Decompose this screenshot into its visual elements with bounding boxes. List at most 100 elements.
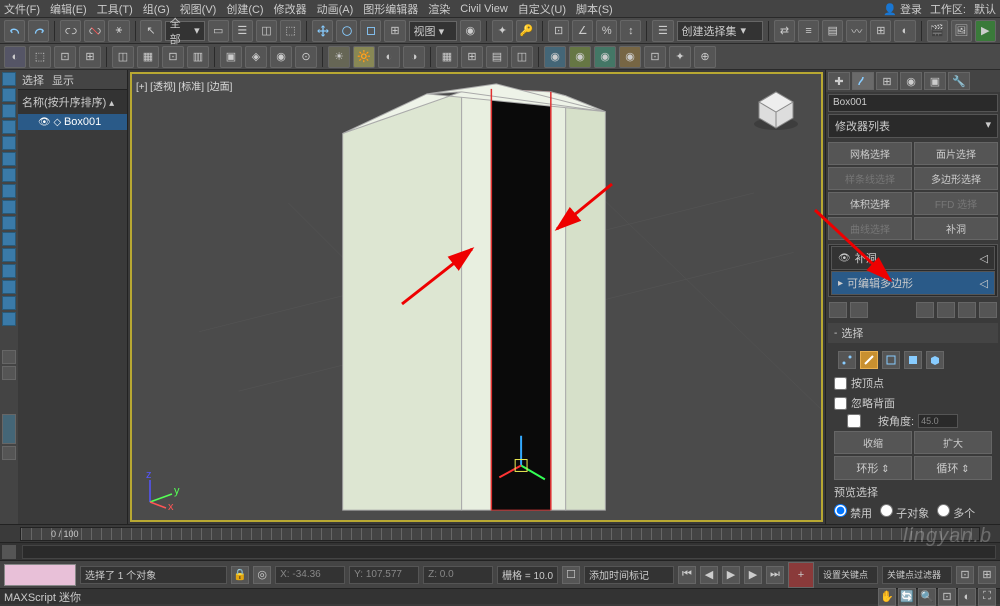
vp-nav-1[interactable]: ⊡ <box>956 566 974 584</box>
btn-poly-select[interactable]: 多边形选择 <box>914 167 998 190</box>
tb2-9[interactable]: ▣ <box>220 46 242 68</box>
panel-tab-utilities[interactable]: 🔧 <box>948 72 970 90</box>
tb2-1[interactable]: ◐ <box>4 46 26 68</box>
lr-b1[interactable] <box>2 414 16 444</box>
tb2-27[interactable]: ⊕ <box>694 46 716 68</box>
lr-13[interactable] <box>2 264 16 278</box>
stack-sets-icon[interactable] <box>979 302 997 318</box>
stack-config-icon[interactable] <box>916 302 934 318</box>
subobj-vertex-icon[interactable] <box>838 351 856 369</box>
lr-4[interactable] <box>2 120 16 134</box>
selection-filter[interactable]: 全部 ▾ <box>165 21 205 41</box>
light-icon[interactable]: ☀ <box>328 46 350 68</box>
viewport-perspective[interactable]: [+] [透视] [标准] [边面] <box>130 72 823 522</box>
shrink-button[interactable]: 收缩 <box>834 431 912 454</box>
play-last-icon[interactable]: ⏭ <box>766 566 784 584</box>
tb2-18[interactable]: ⊞ <box>461 46 483 68</box>
preview-subobj-radio[interactable] <box>880 504 893 517</box>
btn-vol-select[interactable]: 体积选择 <box>828 192 912 215</box>
lr-8[interactable] <box>2 184 16 198</box>
modifier-list-dropdown[interactable]: 修改器列表▾ <box>828 114 998 138</box>
tb2-3[interactable]: ⊡ <box>54 46 76 68</box>
trackbar-toggle[interactable] <box>2 545 16 559</box>
tb2-26[interactable]: ✦ <box>669 46 691 68</box>
layer-button[interactable]: ▤ <box>822 20 843 42</box>
vp-nav-2[interactable]: ⊞ <box>978 566 996 584</box>
lock-selection-icon[interactable]: 🔒 <box>231 566 249 584</box>
coord-x[interactable]: X: -34.36 <box>275 566 345 584</box>
render-button[interactable]: ▶ <box>975 20 996 42</box>
bind-button[interactable]: ⚹ <box>108 20 129 42</box>
play-prev-icon[interactable]: ◀ <box>700 566 718 584</box>
stack-show-icon[interactable] <box>850 302 868 318</box>
render-setup-button[interactable]: 🎬 <box>927 20 948 42</box>
rotate-button[interactable] <box>336 20 357 42</box>
ring-button[interactable]: 环形 ⇕ <box>834 456 912 480</box>
tb2-4[interactable]: ⊞ <box>79 46 101 68</box>
loop-button[interactable]: 循环 ⇕ <box>914 456 992 480</box>
key-filter-button[interactable]: 关键点过滤器 <box>882 566 952 584</box>
percent-snap-button[interactable]: % <box>596 20 617 42</box>
outliner-sort-header[interactable]: 名称(按升序排序) ▴ <box>18 90 127 114</box>
refcoord-dropdown[interactable]: 视图 ▾ <box>409 21 457 41</box>
unlink-button[interactable] <box>84 20 105 42</box>
placement-button[interactable]: ⊞ <box>384 20 405 42</box>
angle-spinner[interactable] <box>918 414 958 428</box>
stack-remove-icon[interactable] <box>958 302 976 318</box>
panel-tab-motion[interactable]: ◉ <box>900 72 922 90</box>
lr-15[interactable] <box>2 296 16 310</box>
subobj-border-icon[interactable] <box>882 351 900 369</box>
mirror-button[interactable]: ⇄ <box>774 20 795 42</box>
set-keypoint-button[interactable]: 设置关键点 <box>818 566 878 584</box>
menu-civil[interactable]: Civil View <box>460 3 507 15</box>
by-vertex-checkbox[interactable] <box>834 377 847 390</box>
tb2-8[interactable]: ▥ <box>187 46 209 68</box>
time-slider[interactable]: 0 / 100 <box>0 524 1000 542</box>
lr-12[interactable] <box>2 248 16 262</box>
menu-file[interactable]: 文件(F) <box>4 1 40 17</box>
menu-render[interactable]: 渲染 <box>428 1 450 17</box>
track-bar[interactable] <box>0 542 1000 560</box>
align-button[interactable]: ≡ <box>798 20 819 42</box>
menu-edit[interactable]: 编辑(E) <box>50 1 87 17</box>
coord-y[interactable]: Y: 107.577 <box>349 566 419 584</box>
login-button[interactable]: 👤 登录 <box>883 1 922 17</box>
stack-make-unique-icon[interactable] <box>937 302 955 318</box>
pivot-button[interactable]: ◉ <box>460 20 481 42</box>
btn-face-select[interactable]: 面片选择 <box>914 142 998 165</box>
tb2-6[interactable]: ▦ <box>137 46 159 68</box>
outliner-item-box001[interactable]: 👁 ◇ Box001 <box>18 114 127 130</box>
subobj-polygon-icon[interactable] <box>904 351 922 369</box>
by-angle-checkbox[interactable] <box>834 414 874 428</box>
tb2-25[interactable]: ⊡ <box>644 46 666 68</box>
isolate-icon[interactable]: ◎ <box>253 566 271 584</box>
btn-mesh-select[interactable]: 网格选择 <box>828 142 912 165</box>
tb2-15[interactable]: ◐ <box>378 46 400 68</box>
lr-2[interactable] <box>2 88 16 102</box>
lr-6[interactable] <box>2 152 16 166</box>
workspace-value[interactable]: 默认 <box>974 1 996 17</box>
keymode-button[interactable]: 🔑 <box>516 20 537 42</box>
tb2-19[interactable]: ▤ <box>486 46 508 68</box>
btn-curve-select[interactable]: 曲线选择 <box>828 217 912 240</box>
snap-button[interactable]: ⊡ <box>548 20 569 42</box>
lr-14[interactable] <box>2 280 16 294</box>
play-next-icon[interactable]: ▶ <box>744 566 762 584</box>
lr-11[interactable] <box>2 232 16 246</box>
sun-icon[interactable]: 🔆 <box>353 46 375 68</box>
zoom-ext-icon[interactable]: ⊡ <box>938 588 956 606</box>
scale-button[interactable] <box>360 20 381 42</box>
tb2-20[interactable]: ◫ <box>511 46 533 68</box>
lr-5[interactable] <box>2 136 16 150</box>
undo-button[interactable] <box>4 20 25 42</box>
preview-off-radio[interactable] <box>834 504 847 517</box>
outliner-tab-select[interactable]: 选择 <box>22 72 44 88</box>
editset-button[interactable]: ☰ <box>652 20 673 42</box>
window-crossing-button[interactable]: ⬚ <box>280 20 301 42</box>
lr-b2[interactable] <box>2 446 16 460</box>
menu-tools[interactable]: 工具(T) <box>97 1 133 17</box>
timetag-toggle[interactable]: ☐ <box>562 566 580 584</box>
tb2-11[interactable]: ◉ <box>270 46 292 68</box>
render-frame-button[interactable]: 🖼 <box>951 20 972 42</box>
coord-z[interactable]: Z: 0.0 <box>423 566 493 584</box>
